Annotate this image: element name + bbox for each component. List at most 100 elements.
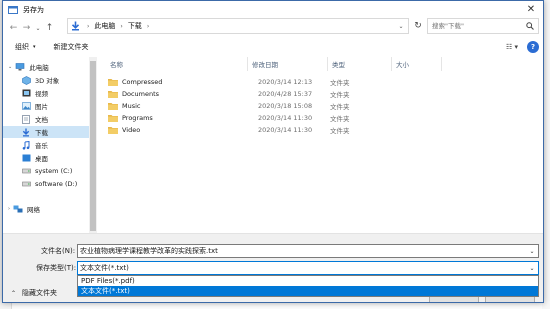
address-separator: › bbox=[87, 22, 90, 30]
organize-button[interactable]: 组织 ▾ bbox=[15, 42, 36, 52]
forward-button[interactable]: → bbox=[20, 21, 33, 35]
file-type: 文件夹 bbox=[330, 115, 350, 123]
download-icon bbox=[21, 128, 31, 137]
address-separator: › bbox=[146, 22, 150, 30]
folder-icon bbox=[108, 102, 118, 110]
sidebar-item-downloads[interactable]: 下载 bbox=[3, 126, 89, 138]
column-header-size[interactable]: 大小 bbox=[392, 57, 442, 71]
chevron-up-icon: ⌃ bbox=[11, 289, 17, 297]
search-input[interactable] bbox=[428, 22, 524, 30]
chevron-down-icon[interactable]: ⌄ bbox=[394, 23, 408, 30]
search-icon[interactable] bbox=[524, 22, 536, 30]
file-type: 文件夹 bbox=[330, 91, 350, 99]
sidebar-item-pictures[interactable]: 图片 bbox=[3, 100, 89, 112]
file-type: 文件夹 bbox=[330, 79, 350, 87]
file-date: 2020/3/14 12:13 bbox=[258, 78, 313, 86]
recent-locations-button[interactable]: ⌄ bbox=[33, 21, 43, 35]
sidebar-item-desktop[interactable]: 桌面 bbox=[3, 152, 89, 164]
chevron-down-icon[interactable]: ⌄ bbox=[526, 265, 538, 272]
network-icon bbox=[13, 205, 23, 214]
file-name: Documents bbox=[122, 90, 160, 98]
file-name: Video bbox=[122, 126, 141, 134]
title-bar: 另存为 ✕ bbox=[3, 1, 543, 18]
folder-icon bbox=[108, 114, 118, 122]
file-name: Music bbox=[122, 102, 141, 110]
navigation-pane: ⌄ 此电脑 3D 对象 视频 图片 文档 下载 音乐 桌面 system (C:… bbox=[3, 57, 97, 233]
file-date: 2020/4/28 15:37 bbox=[258, 90, 313, 98]
save-type-label: 保存类型(T): bbox=[36, 264, 77, 272]
save-type-option-pdf[interactable]: PDF Files(*.pdf) bbox=[78, 276, 538, 286]
address-segment-downloads[interactable]: 下载 bbox=[128, 21, 142, 31]
sidebar-item-label: 下载 bbox=[35, 129, 48, 137]
close-icon[interactable]: ✕ bbox=[519, 1, 543, 18]
drive-icon bbox=[21, 180, 31, 189]
column-header-date[interactable]: 修改日期 bbox=[248, 57, 328, 71]
folder-icon bbox=[108, 90, 118, 98]
sidebar-item-label: 网络 bbox=[27, 206, 40, 214]
folder-icon bbox=[108, 126, 118, 134]
save-form: 文件名(N): 农业植物病理学课程教学改革的实践探索.txt ⌄ 保存类型(T)… bbox=[3, 233, 543, 302]
view-options-button[interactable]: ☷ ▾ bbox=[503, 40, 521, 53]
document-icon bbox=[21, 114, 31, 124]
refresh-icon[interactable]: ↻ bbox=[411, 18, 425, 34]
file-date: 2020/3/18 15:08 bbox=[258, 102, 313, 110]
sidebar-item-system-drive[interactable]: system (C:) bbox=[3, 165, 89, 177]
sidebar-item-label: system (C:) bbox=[35, 167, 73, 175]
sidebar-item-videos[interactable]: 视频 bbox=[3, 87, 89, 99]
hide-folders-toggle[interactable]: ⌃ 隐藏文件夹 bbox=[11, 288, 57, 298]
file-row-compressed[interactable]: Compressed 2020/3/14 12:13 文件夹 bbox=[98, 76, 438, 88]
sidebar-item-software-drive[interactable]: software (D:) bbox=[3, 178, 89, 190]
file-row-music[interactable]: Music 2020/3/18 15:08 文件夹 bbox=[98, 100, 438, 112]
sidebar-item-label: 3D 对象 bbox=[35, 77, 60, 85]
chevron-down-icon[interactable]: ⌄ bbox=[8, 64, 12, 70]
scrollbar-thumb[interactable] bbox=[90, 61, 96, 231]
cube-icon bbox=[21, 75, 31, 85]
video-icon bbox=[21, 89, 31, 98]
new-folder-button[interactable]: 新建文件夹 bbox=[54, 42, 89, 52]
file-row-documents[interactable]: Documents 2020/4/28 15:37 文件夹 bbox=[98, 88, 438, 100]
sidebar-item-label: 音乐 bbox=[35, 142, 48, 150]
up-button[interactable]: ↑ bbox=[43, 21, 56, 35]
address-bar[interactable]: › 此电脑 › 下载 › ⌄ bbox=[67, 18, 409, 34]
desktop-icon bbox=[21, 154, 31, 163]
file-row-video[interactable]: Video 2020/3/14 11:30 文件夹 bbox=[98, 124, 438, 136]
sidebar-item-3d-objects[interactable]: 3D 对象 bbox=[3, 74, 89, 86]
sidebar-item-label: software (D:) bbox=[35, 180, 78, 188]
sidebar-item-music[interactable]: 音乐 bbox=[3, 139, 89, 151]
drive-icon bbox=[21, 167, 31, 176]
save-as-dialog: 另存为 ✕ ← → ⌄ ↑ › 此电脑 › 下载 › ⌄ ↻ 搜索"下载" 组织… bbox=[2, 0, 544, 303]
column-header-name[interactable]: 名称 bbox=[98, 57, 248, 71]
dialog-title: 另存为 bbox=[23, 5, 44, 14]
sidebar-item-documents[interactable]: 文档 bbox=[3, 113, 89, 125]
command-toolbar: 组织 ▾ 新建文件夹 ☷ ▾ ? bbox=[3, 38, 543, 56]
sidebar-item-label: 视频 bbox=[35, 90, 48, 98]
save-type-value: 文本文件(*.txt) bbox=[80, 264, 129, 272]
filename-value: 农业植物病理学课程教学改革的实践探索.txt bbox=[80, 247, 218, 255]
dialog-body: ⌄ 此电脑 3D 对象 视频 图片 文档 下载 音乐 桌面 system (C:… bbox=[3, 57, 543, 233]
sidebar-item-label: 桌面 bbox=[35, 155, 48, 163]
chevron-down-icon[interactable]: ⌄ bbox=[526, 248, 538, 255]
column-header-type[interactable]: 类型 bbox=[328, 57, 392, 71]
search-box[interactable] bbox=[427, 18, 539, 34]
music-icon bbox=[21, 140, 31, 150]
address-segment-this-pc[interactable]: 此电脑 bbox=[94, 21, 115, 31]
sidebar-scrollbar[interactable] bbox=[89, 57, 97, 233]
caret-down-icon: ▾ bbox=[33, 44, 36, 50]
back-button[interactable]: ← bbox=[7, 21, 20, 35]
filename-label: 文件名(N): bbox=[41, 247, 76, 255]
save-type-dropdown: PDF Files(*.pdf) 文本文件(*.txt) bbox=[77, 275, 539, 297]
sidebar-item-this-pc[interactable]: ⌄ 此电脑 bbox=[3, 61, 89, 73]
filename-field[interactable]: 农业植物病理学课程教学改革的实践探索.txt ⌄ bbox=[77, 244, 539, 258]
save-type-select[interactable]: 文本文件(*.txt) ⌄ bbox=[77, 261, 539, 275]
file-name: Compressed bbox=[122, 78, 163, 86]
file-name: Programs bbox=[122, 114, 153, 122]
file-date: 2020/3/14 11:30 bbox=[258, 126, 313, 134]
folder-icon bbox=[108, 78, 118, 86]
help-icon[interactable]: ? bbox=[527, 40, 539, 53]
sidebar-item-network[interactable]: › 网络 bbox=[3, 203, 89, 215]
save-type-option-txt[interactable]: 文本文件(*.txt) bbox=[78, 286, 538, 296]
chevron-right-icon[interactable]: › bbox=[8, 206, 10, 212]
file-row-programs[interactable]: Programs 2020/3/14 11:30 文件夹 bbox=[98, 112, 438, 124]
download-location-icon bbox=[68, 19, 82, 33]
organize-label: 组织 bbox=[15, 43, 29, 51]
